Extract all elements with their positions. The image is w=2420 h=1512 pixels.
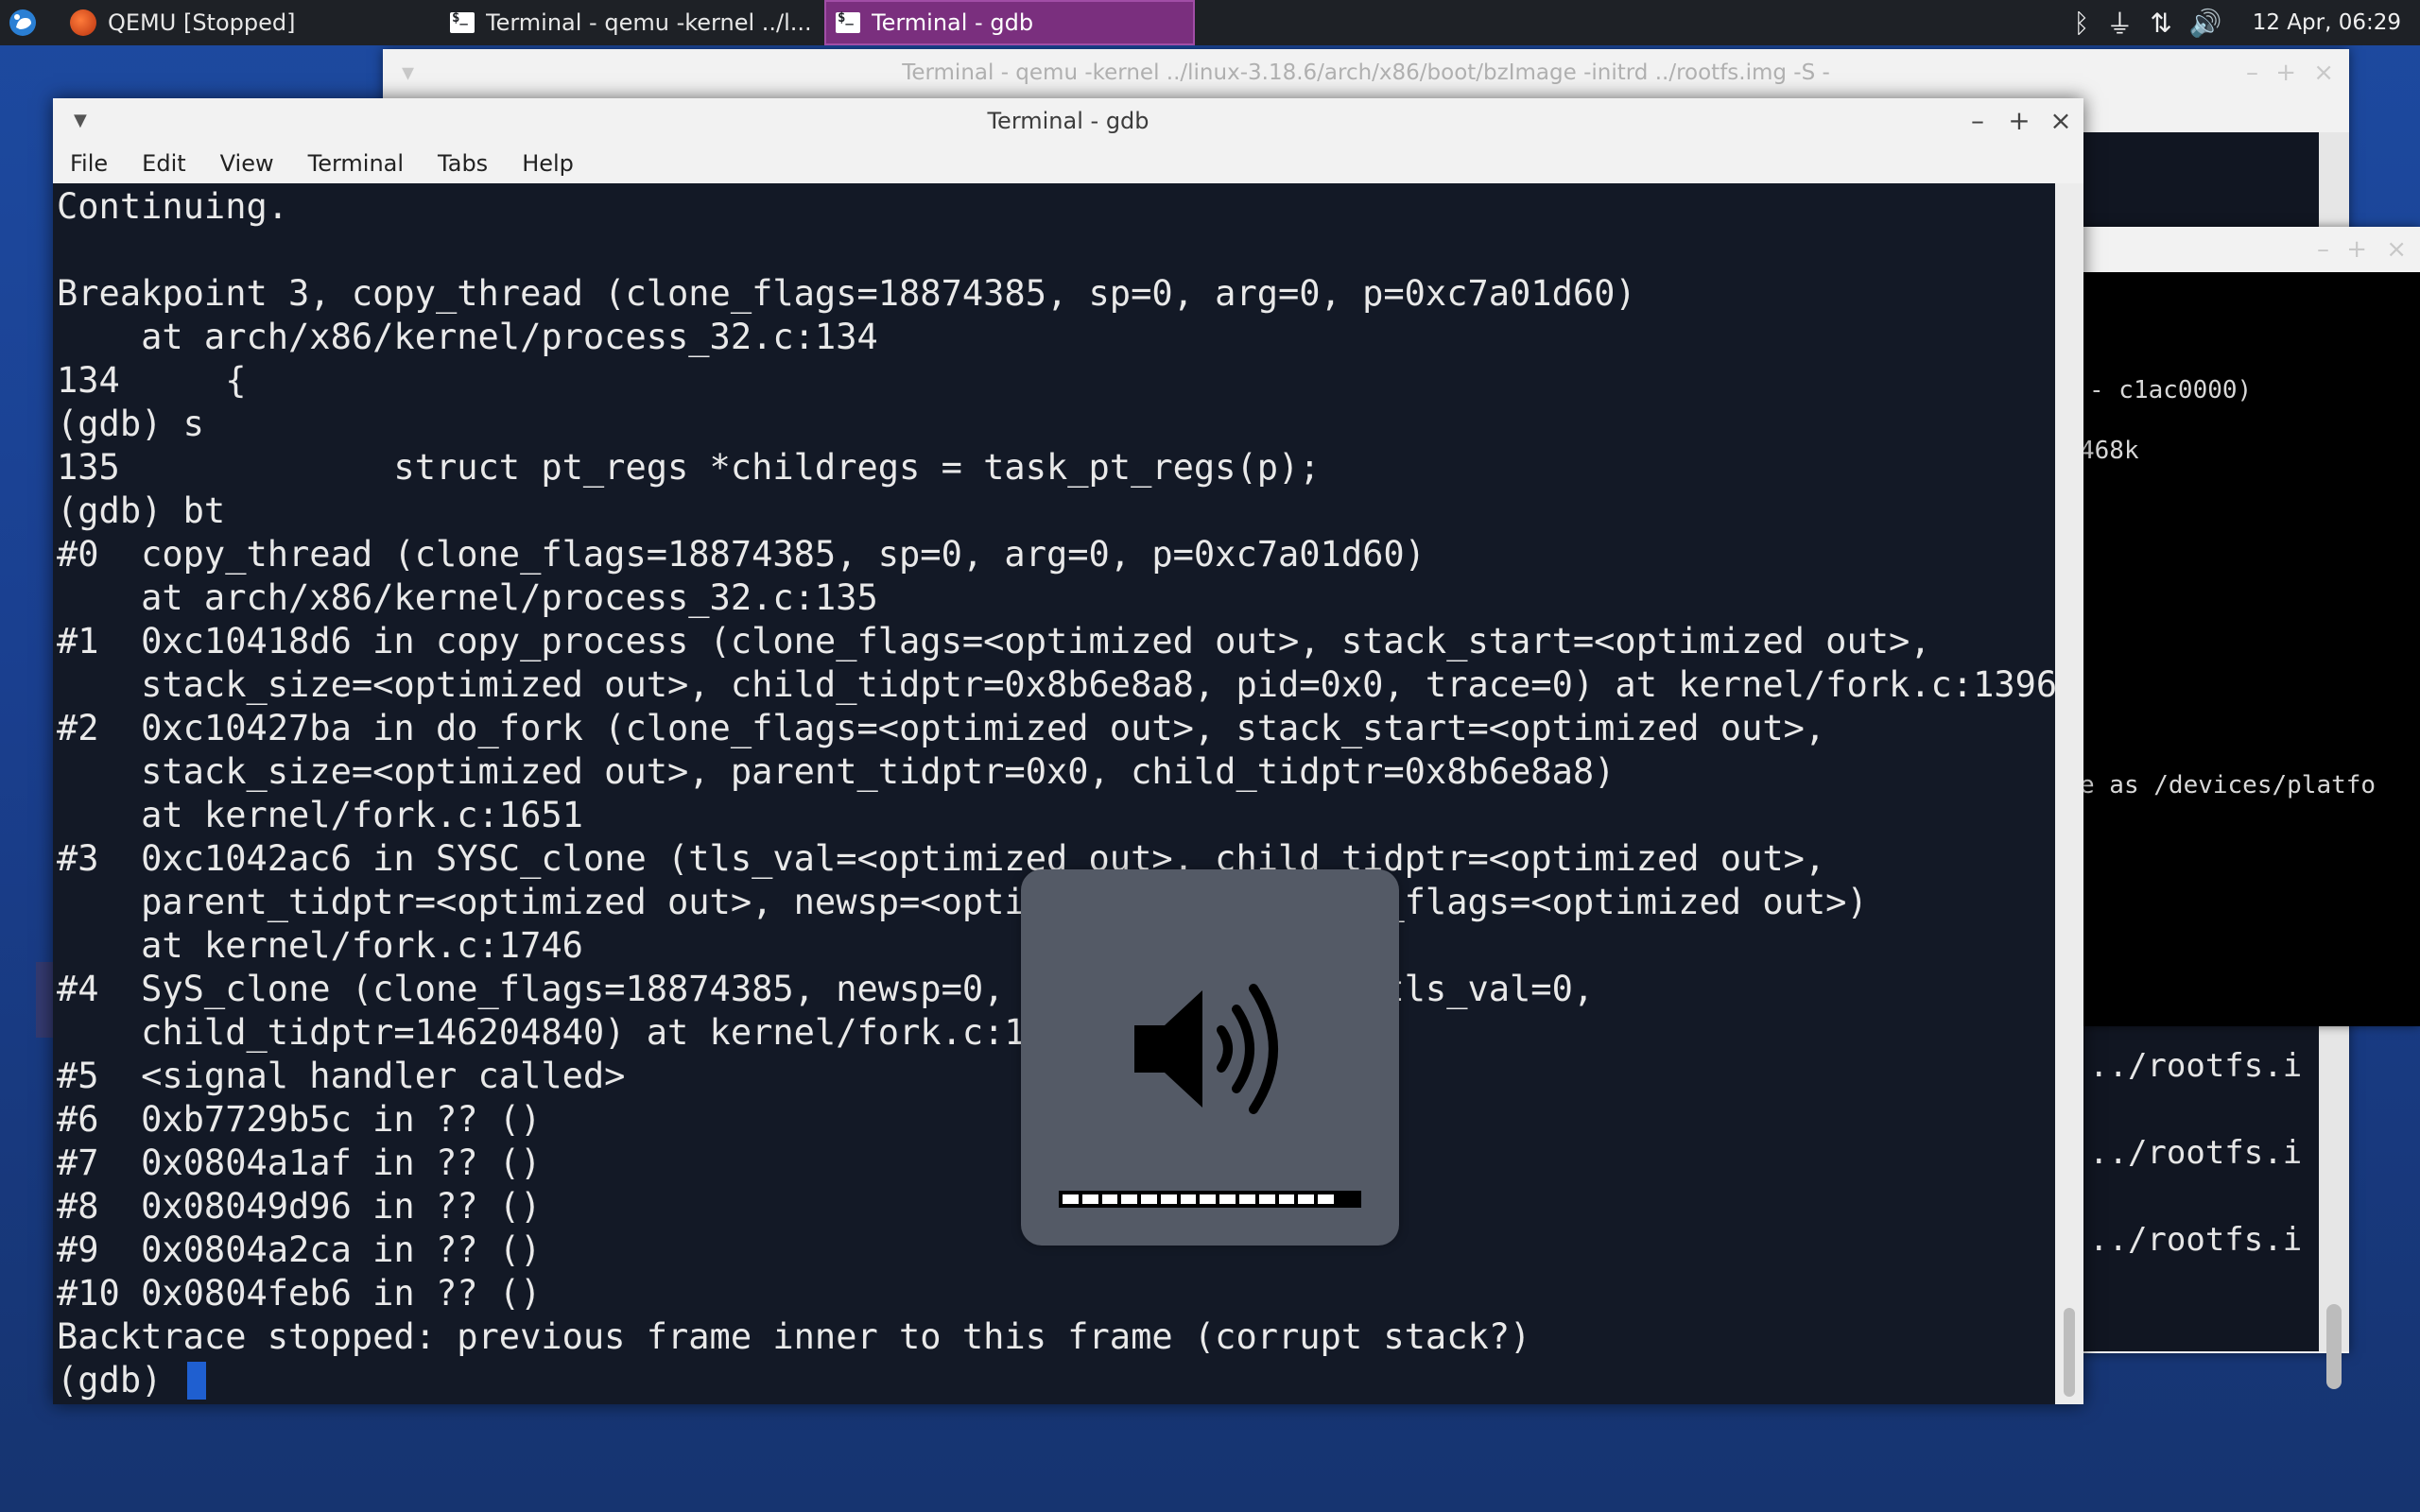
clock[interactable]: 12 Apr, 06:29 [2253,10,2401,35]
taskbar-task-qemu[interactable]: QEMU [Stopped] [49,0,432,45]
system-tray: ᛒ ⏚ ⇅ 🔊 12 Apr, 06:29 [2074,0,2420,45]
terminal-icon [836,10,860,33]
maximize-icon[interactable]: + [2000,98,2038,144]
minimize-icon[interactable]: – [1959,98,1996,144]
volume-segment [1219,1194,1236,1204]
xfce-mouse-icon [9,9,36,36]
terminal-line: (gdb) s [57,404,204,444]
volume-segment [1101,1194,1118,1204]
gdb-window-title: Terminal - gdb [987,108,1150,134]
maximize-icon[interactable]: + [2346,227,2367,272]
task-label: Terminal - qemu -kernel ../l... [486,9,812,36]
task-label: QEMU [Stopped] [108,9,296,36]
menu-bar: File Edit View Terminal Tabs Help [53,144,2083,183]
volume-level-fill [1063,1194,1334,1204]
menu-terminal[interactable]: Terminal [291,150,421,177]
volume-segment [1278,1194,1295,1204]
terminal-line: ../rootfs.i [2089,1047,2303,1085]
terminal-line: Breakpoint 3, copy_thread (clone_flags=1… [57,273,1636,314]
background-window-fragment [36,962,53,1038]
volume-segment [1318,1194,1334,1204]
terminal-line: stack_size=<optimized out>, parent_tidpt… [57,751,1616,792]
qemu-icon [70,9,96,36]
terminal-icon [450,10,475,33]
network-icon[interactable]: ⇅ [2150,8,2171,39]
vm-console-line: - c1ac0000) [2089,376,2253,404]
maximize-icon[interactable]: + [2275,49,2296,96]
volume-segment [1200,1194,1217,1204]
volume-osd [1021,869,1399,1246]
terminal-line: 135 struct pt_regs *childregs = task_pt_… [57,447,1321,488]
terminal-line: ../rootfs.i [2089,1221,2303,1259]
terminal-line: #0 copy_thread (clone_flags=18874385, sp… [57,534,1426,575]
speaker-volume-high-icon [1134,984,1278,1114]
volume-segment [1180,1194,1197,1204]
volume-segment [1121,1194,1138,1204]
gdb-prompt: (gdb) [57,1360,183,1400]
close-icon[interactable]: × [2386,227,2407,272]
minimize-icon[interactable]: – [2246,49,2258,96]
terminal-line: at arch/x86/kernel/process_32.c:135 [57,577,878,618]
terminal-line: #1 0xc10418d6 in copy_process (clone_fla… [57,621,1931,662]
task-label: Terminal - gdb [872,9,1034,36]
volume-segment [1141,1194,1157,1204]
volume-icon[interactable]: 🔊 [2189,8,2222,39]
terminal-line: at kernel/fork.c:1651 [57,795,583,835]
terminal-line: ../rootfs.i [2089,1134,2303,1172]
minimize-icon[interactable]: – [2317,227,2329,272]
qemu-terminal-title: Terminal - qemu -kernel ../linux-3.18.6/… [902,60,1830,85]
close-icon[interactable]: × [2042,98,2080,144]
terminal-scrollbar[interactable] [2055,183,2083,1404]
volume-segment [1160,1194,1177,1204]
close-icon[interactable]: × [2313,49,2334,96]
volume-segment [1298,1194,1315,1204]
menu-help[interactable]: Help [505,150,591,177]
bluetooth-icon[interactable]: ᛒ [2074,8,2090,39]
power-plug-icon[interactable]: ⏚ [2106,4,2133,42]
terminal-line: Backtrace stopped: previous frame inner … [57,1316,1531,1357]
menu-view[interactable]: View [203,150,291,177]
vm-console-line: e as /devices/platfo [2080,771,2377,799]
text-cursor [186,1362,206,1400]
taskbar: QEMU [Stopped] Terminal - qemu -kernel .… [0,0,2420,45]
volume-segment [1258,1194,1275,1204]
menu-tabs[interactable]: Tabs [421,150,505,177]
terminal-line: #2 0xc10427ba in do_fork (clone_flags=<o… [57,708,1826,748]
menu-file[interactable]: File [53,150,125,177]
scrollbar-thumb[interactable] [2064,1308,2075,1397]
volume-segment [1063,1194,1079,1204]
volume-level-bar [1059,1191,1361,1208]
app-menu-button[interactable] [0,0,45,45]
qemu-vm-screen[interactable]: - c1ac0000) 468k e as /devices/platfo [2080,272,2420,1026]
terminal-line: 134 { [57,360,247,401]
terminal-line: at arch/x86/kernel/process_32.c:134 [57,317,878,357]
terminal-line: #10 0x0804feb6 in ?? () [57,1273,542,1314]
volume-segment [1239,1194,1255,1204]
vm-console-line: 468k [2080,437,2139,465]
qemu-vm-window[interactable]: – + × - c1ac0000) 468k e as /devices/pla… [2080,227,2420,1026]
terminal-line: Continuing. [57,186,289,227]
taskbar-task-terminal-qemu[interactable]: Terminal - qemu -kernel ../l... [439,0,819,45]
terminal-line: (gdb) bt [57,490,226,531]
volume-segment [1081,1194,1098,1204]
window-menu-icon[interactable]: ▾ [402,49,414,96]
gdb-prompt-line[interactable]: (gdb) [57,1359,2055,1402]
terminal-line: stack_size=<optimized out>, child_tidptr… [57,664,2055,705]
taskbar-task-terminal-gdb[interactable]: Terminal - gdb [824,0,1195,45]
menu-edit[interactable]: Edit [125,150,202,177]
